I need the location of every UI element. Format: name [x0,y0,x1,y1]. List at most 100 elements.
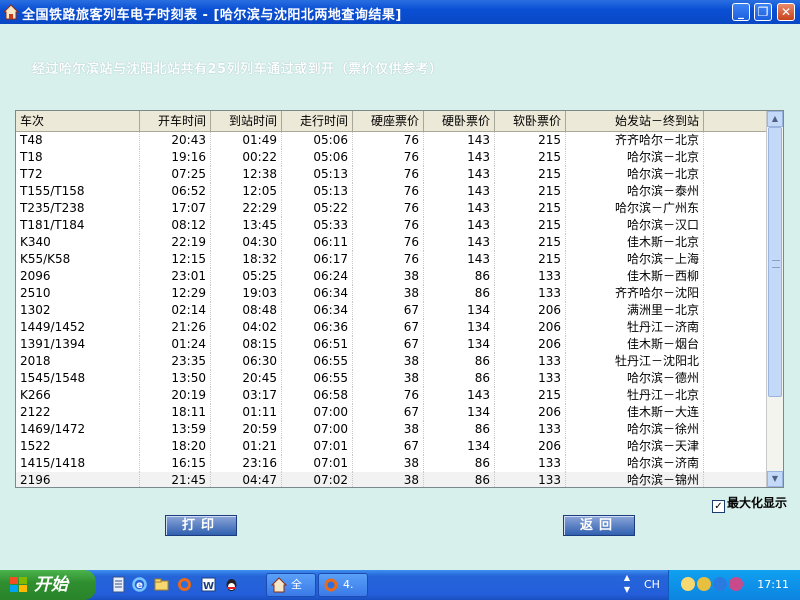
table-row[interactable]: K55/K58 12:15 18:32 06:17 76 143 215 哈尔滨－上海 [16,251,768,268]
column-header[interactable]: 硬卧票价 [424,111,495,131]
table-cell: 06:34 [282,285,353,302]
table-cell: 215 [495,251,566,268]
table-row[interactable]: K266 20:19 03:17 06:58 76 143 215 牡丹江－北京 [16,387,768,404]
table-cell: 215 [495,234,566,251]
table-cell: 206 [495,404,566,421]
column-header[interactable]: 始发站－终到站 [566,111,704,131]
table-cell: 06:58 [282,387,353,404]
smiley-icon[interactable] [681,577,695,591]
firefox-icon[interactable] [176,576,193,593]
table-cell: 133 [495,455,566,472]
table-cell: 13:45 [211,217,282,234]
table-cell: 哈尔滨－济南 [566,455,704,472]
timetable-grid[interactable]: 车次 开车时间 到站时间 走行时间 硬座票价 硬卧票价 软卧票价 始发站－终到站 T48 20:… [15,110,784,488]
system-tray: 17:11 [668,570,800,600]
column-header[interactable]: 到站时间 [211,111,282,131]
table-row[interactable]: 1469/1472 13:59 20:59 07:00 38 86 133 哈尔滨－徐州 [16,421,768,438]
table-body: T48 20:43 01:49 05:06 76 143 215 齐齐哈尔－北京 T18 19:1… [16,132,768,487]
minimize-button[interactable]: _ [732,3,750,21]
table-cell: 86 [424,268,495,285]
table-row[interactable]: 2018 23:35 06:30 06:55 38 86 133 牡丹江－沈阳北 [16,353,768,370]
result-summary: 经过哈尔滨站与沈阳北站共有25列列车通过或到开（票价仅供参考） [32,62,443,77]
table-row[interactable]: 2096 23:01 05:25 06:24 38 86 133 佳木斯－西柳 [16,268,768,285]
table-row[interactable]: 2122 18:11 01:11 07:00 67 134 206 佳木斯－大连 [16,404,768,421]
table-cell: T72 [16,166,140,183]
table-cell: 哈尔滨－广州东 [566,200,704,217]
checkbox-box[interactable]: ✓ [712,500,725,513]
column-header[interactable]: 软卧票价 [495,111,566,131]
audio-icon[interactable] [729,577,743,591]
table-row[interactable]: 1391/1394 01:24 08:15 06:51 67 134 206 佳木斯－烟台 [16,336,768,353]
document-icon[interactable] [110,576,127,593]
restore-button[interactable]: ❐ [754,3,772,21]
table-row[interactable]: 1522 18:20 01:21 07:01 67 134 206 哈尔滨－天津 [16,438,768,455]
table-row[interactable]: 2510 12:29 19:03 06:34 38 86 133 齐齐哈尔－沈阳 [16,285,768,302]
table-row[interactable]: T181/T184 08:12 13:45 05:33 76 143 215 哈尔滨－汉口 [16,217,768,234]
table-cell: 143 [424,200,495,217]
table-cell: 07:00 [282,421,353,438]
table-cell: 06:11 [282,234,353,251]
column-header[interactable]: 开车时间 [140,111,211,131]
column-header[interactable]: 车次 [16,111,140,131]
scroll-thumb[interactable] [768,127,782,397]
table-row[interactable]: T72 07:25 12:38 05:13 76 143 215 哈尔滨－北京 [16,166,768,183]
table-cell: 206 [495,438,566,455]
home-icon[interactable] [3,4,19,20]
folder-icon[interactable] [153,576,170,593]
table-row[interactable]: T155/T158 06:52 12:05 05:13 76 143 215 哈尔滨－泰州 [16,183,768,200]
table-cell: 76 [353,234,424,251]
back-button[interactable]: 返回 [563,515,635,536]
table-row[interactable]: T235/T238 17:07 22:29 05:22 76 143 215 哈尔滨－广州东 [16,200,768,217]
ime-indicator[interactable]: CH [644,578,660,591]
table-cell: 06:36 [282,319,353,336]
table-cell: 133 [495,353,566,370]
table-cell: 13:50 [140,370,211,387]
table-cell: 06:34 [282,302,353,319]
column-header[interactable]: 走行时间 [282,111,353,131]
table-cell: 1302 [16,302,140,319]
table-cell: 哈尔滨－汉口 [566,217,704,234]
vertical-scrollbar[interactable]: ▲ ▼ [766,111,783,487]
table-cell: 67 [353,302,424,319]
taskbar-item-timetable[interactable]: 全 [266,573,316,597]
table-cell: 134 [424,438,495,455]
qq-icon[interactable] [223,576,240,593]
table-cell: 206 [495,302,566,319]
taskbar-scroll-arrows[interactable]: ▲ ▼ [621,572,633,598]
table-row[interactable]: 1302 02:14 08:48 06:34 67 134 206 满洲里－北京 [16,302,768,319]
taskbar-item-browser[interactable]: 4. [318,573,368,597]
column-header[interactable]: 硬座票价 [353,111,424,131]
table-row[interactable]: 1415/1418 16:15 23:16 07:01 38 86 133 哈尔滨－济南 [16,455,768,472]
scroll-up-button[interactable]: ▲ [767,111,783,127]
print-button[interactable]: 打印 [165,515,237,536]
table-cell: T181/T184 [16,217,140,234]
table-row[interactable]: T18 19:16 00:22 05:06 76 143 215 哈尔滨－北京 [16,149,768,166]
table-cell: 21:45 [140,472,211,487]
table-row[interactable]: T48 20:43 01:49 05:06 76 143 215 齐齐哈尔－北京 [16,132,768,149]
table-row[interactable]: 1449/1452 21:26 04:02 06:36 67 134 206 牡丹江－济南 [16,319,768,336]
table-row[interactable]: 2196 21:45 04:47 07:02 38 86 133 哈尔滨－锦州 [16,472,768,487]
start-button[interactable]: 开始 [0,570,96,600]
table-cell: 215 [495,149,566,166]
table-cell: 76 [353,183,424,200]
table-cell: 05:13 [282,183,353,200]
table-cell: K340 [16,234,140,251]
word-icon[interactable]: W [200,576,217,593]
table-row[interactable]: K340 22:19 04:30 06:11 76 143 215 佳木斯－北京 [16,234,768,251]
table-cell: 18:11 [140,404,211,421]
ie-icon[interactable]: e [131,576,148,593]
table-cell: 76 [353,387,424,404]
table-cell: 07:02 [282,472,353,487]
table-cell: 86 [424,421,495,438]
network-icon[interactable] [713,577,727,591]
table-row[interactable]: 1545/1548 13:50 20:45 06:55 38 86 133 哈尔滨－德州 [16,370,768,387]
table-cell: 86 [424,353,495,370]
home-icon [271,577,287,593]
table-cell: 1391/1394 [16,336,140,353]
maximize-display-checkbox[interactable]: ✓ 最大化显示 [712,494,787,513]
close-button[interactable]: ✕ [777,3,795,21]
scroll-down-button[interactable]: ▼ [767,471,783,487]
table-cell: 00:22 [211,149,282,166]
lock-icon[interactable] [697,577,711,591]
table-cell: 143 [424,387,495,404]
